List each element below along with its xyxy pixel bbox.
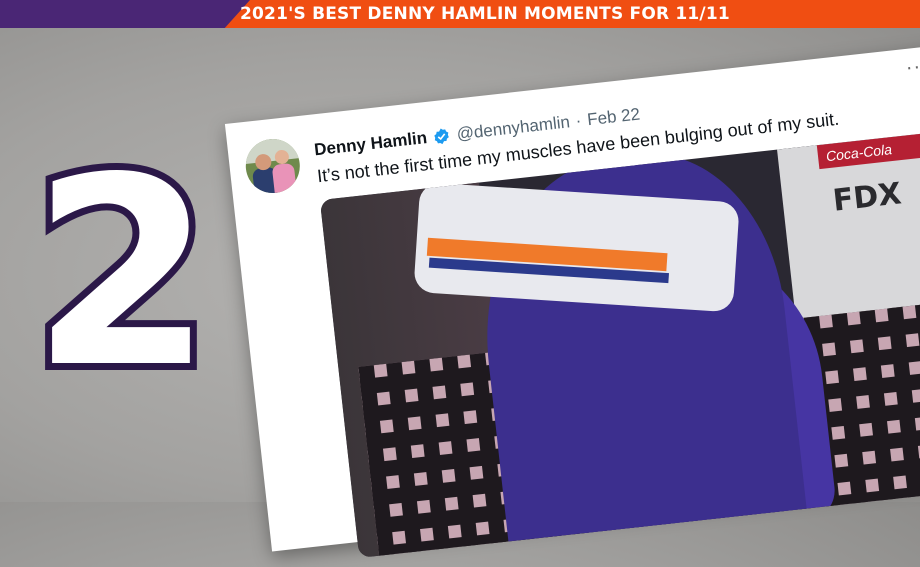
banner-accent-slant	[0, 0, 250, 28]
tweet-card-wrapper: ··· Denny Hamlin @dennyhamlin · Feb 22 I…	[215, 0, 920, 558]
tweet-date[interactable]: Feb 22	[586, 105, 641, 131]
date-separator: ·	[574, 110, 583, 131]
tweet-card[interactable]: ··· Denny Hamlin @dennyhamlin · Feb 22 I…	[224, 43, 920, 558]
avatar[interactable]	[243, 136, 303, 196]
verified-badge-icon	[434, 128, 450, 145]
tweet-media-image[interactable]: Coca-Cola FDX	[319, 129, 920, 558]
brand-logo: FDX	[831, 176, 904, 219]
rank-number-text: 2	[32, 158, 213, 388]
more-options-button[interactable]: ···	[905, 55, 920, 80]
rank-number: 2	[22, 116, 222, 432]
rank-number-graphic: 2	[25, 116, 220, 432]
